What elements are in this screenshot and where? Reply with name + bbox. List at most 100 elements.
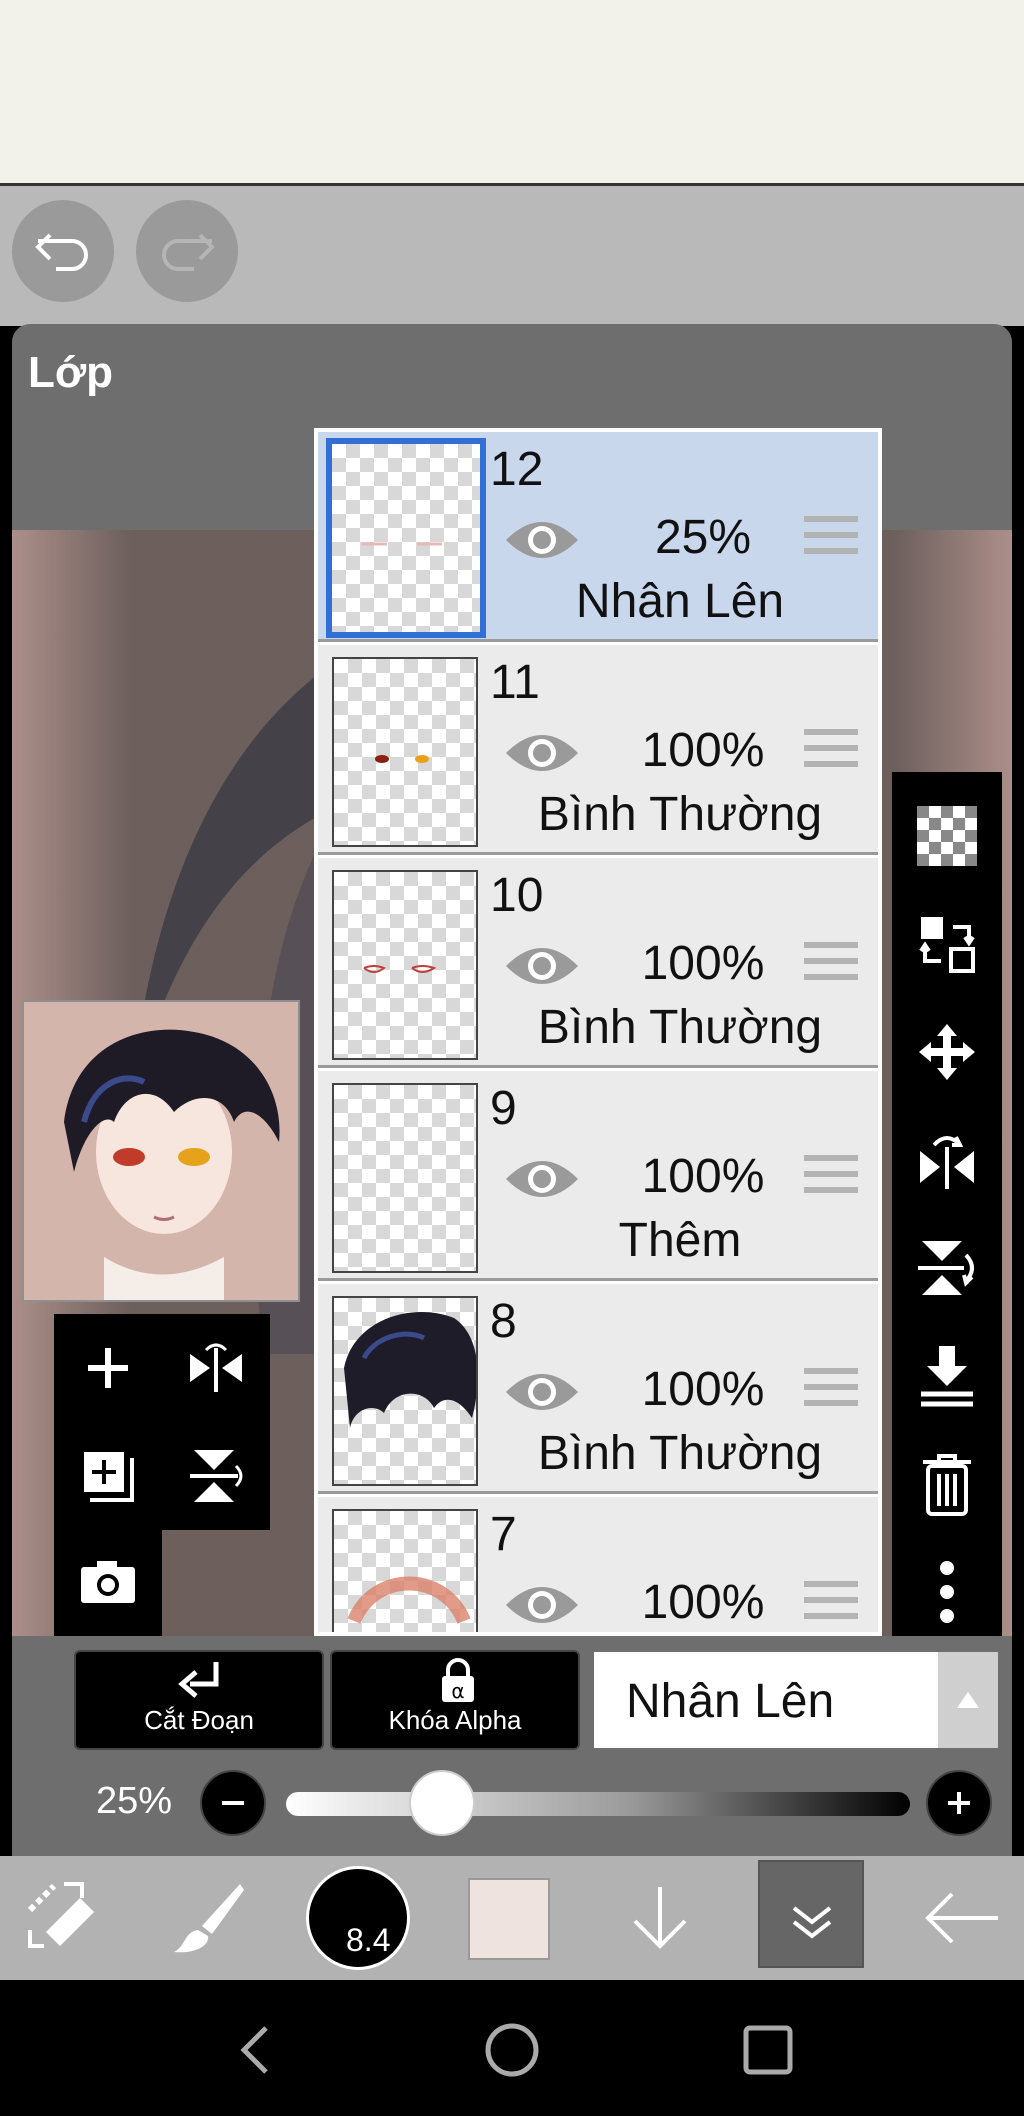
layer-thumbnail — [326, 438, 486, 638]
double-chevron-down-icon — [792, 1906, 832, 1939]
drag-handle-icon[interactable] — [804, 1155, 858, 1201]
layer-opacity: 100% — [641, 1363, 765, 1416]
color-swatch[interactable] — [468, 1878, 550, 1960]
alpha-lock-button[interactable]: α Khóa Alpha — [330, 1650, 580, 1750]
opacity-decrease-button[interactable] — [200, 1770, 266, 1836]
eye-icon — [506, 1374, 578, 1410]
redo-button[interactable] — [136, 200, 238, 302]
delete-layer-button[interactable] — [892, 1430, 1002, 1538]
add-layer-button[interactable] — [54, 1314, 162, 1422]
layer-number: 10 — [490, 869, 544, 922]
arrow-down-icon — [633, 1887, 687, 1949]
layer-opacity: 100% — [641, 1576, 765, 1629]
opacity-increase-button[interactable] — [926, 1770, 992, 1836]
flip-vertical-icon — [918, 1241, 974, 1295]
layers-button[interactable] — [758, 1860, 864, 1968]
layer-row[interactable]: 10 100% Bình Thường — [318, 858, 878, 1068]
layer-thumbnail — [332, 870, 478, 1060]
drag-handle-icon[interactable] — [804, 942, 858, 988]
flip-vertical-layer-button[interactable] — [892, 1214, 1002, 1322]
flip-horizontal-layer-button[interactable] — [892, 1106, 1002, 1214]
nav-home-button[interactable] — [472, 2010, 552, 2090]
brush-tool-button[interactable] — [160, 1862, 256, 1974]
layer-opacity: 100% — [641, 937, 765, 990]
layer-blend-mode: Bình Thường — [537, 788, 823, 841]
visibility-toggle[interactable] — [504, 1362, 580, 1422]
blend-mode-value: Nhân Lên — [626, 1675, 835, 1728]
layer-blend-mode: Bình Thường — [537, 1427, 823, 1480]
plus-icon — [88, 1348, 128, 1388]
drag-handle-icon[interactable] — [804, 729, 858, 775]
layer-thumbnail — [332, 657, 478, 847]
layer-thumbnail — [332, 1296, 478, 1486]
transform-tool-button[interactable] — [16, 1862, 112, 1974]
blend-mode-select[interactable]: Nhân Lên — [594, 1652, 938, 1748]
visibility-toggle[interactable] — [504, 723, 580, 783]
lock-icon: α — [442, 1658, 474, 1703]
merge-down-icon — [921, 1346, 973, 1407]
eye-icon — [506, 1587, 578, 1623]
move-layer-button[interactable] — [892, 998, 1002, 1106]
plus-icon — [948, 1792, 970, 1814]
move-icon — [919, 1024, 975, 1080]
layer-down-button[interactable] — [610, 1862, 710, 1974]
blend-mode-dropdown-button[interactable] — [938, 1652, 998, 1748]
drag-handle-icon[interactable] — [804, 1368, 858, 1414]
camera-button[interactable] — [54, 1528, 162, 1636]
layer-row[interactable]: 12 25% Nhân Lên — [318, 432, 878, 642]
brush-size-value: 8.4 — [346, 1922, 391, 1958]
left-toolbox-camera — [54, 1528, 162, 1636]
opacity-slider[interactable] — [286, 1792, 910, 1816]
visibility-toggle[interactable] — [504, 1149, 580, 1209]
swap-layer-button[interactable] — [892, 890, 1002, 998]
layer-number: 9 — [490, 1082, 517, 1135]
trash-icon — [923, 1454, 971, 1516]
panel-title: Lớp — [28, 348, 114, 397]
layer-row[interactable]: 9 100% Thêm — [318, 1071, 878, 1281]
layer-blend-mode: Nhân Lên — [575, 575, 785, 628]
layer-list[interactable]: 12 25% Nhân Lên 11 100% Bình Thường 10 1… — [314, 428, 882, 1636]
flip-horizontal-button[interactable] — [162, 1314, 270, 1422]
undo-icon — [35, 233, 88, 271]
layer-opacity: 100% — [641, 724, 765, 777]
duplicate-layer-button[interactable] — [54, 1422, 162, 1530]
undo-button[interactable] — [12, 200, 114, 302]
eye-icon — [506, 948, 578, 984]
transparency-button[interactable] — [892, 782, 1002, 890]
arrow-left-icon — [925, 1892, 998, 1944]
drag-handle-icon[interactable] — [804, 1581, 858, 1627]
layer-number: 11 — [490, 656, 540, 709]
transform-icon — [27, 1882, 94, 1948]
alpha-lock-label: Khóa Alpha — [388, 1705, 522, 1735]
svg-text:α: α — [451, 1679, 464, 1703]
layer-number: 8 — [490, 1295, 517, 1348]
nav-home-icon — [485, 2023, 539, 2077]
clipping-arrow-icon — [178, 1662, 219, 1698]
layer-opacity: 25% — [654, 511, 752, 564]
clipping-button[interactable]: Cắt Đoạn — [74, 1650, 324, 1750]
merge-down-button[interactable] — [892, 1322, 1002, 1430]
checkerboard-icon — [917, 806, 977, 866]
nav-recents-button[interactable] — [728, 2010, 808, 2090]
flip-vertical-button[interactable] — [162, 1422, 270, 1530]
opacity-value: 25% — [96, 1780, 173, 1822]
layer-row[interactable]: 7 100% — [318, 1497, 878, 1632]
layer-row[interactable]: 8 100% Bình Thường — [318, 1284, 878, 1494]
more-options-button[interactable] — [892, 1538, 1002, 1646]
layer-blend-mode: Thêm — [618, 1214, 742, 1267]
drag-handle-icon[interactable] — [804, 516, 858, 562]
brush-icon — [174, 1884, 244, 1953]
eye-icon — [506, 522, 578, 558]
visibility-toggle[interactable] — [504, 936, 580, 996]
opacity-slider-knob[interactable] — [409, 1770, 475, 1836]
layer-row[interactable]: 11 100% Bình Thường — [318, 645, 878, 855]
nav-back-button[interactable] — [216, 2010, 296, 2090]
right-toolbox — [892, 772, 1002, 1636]
clipping-label: Cắt Đoạn — [144, 1705, 254, 1735]
back-button[interactable] — [912, 1862, 1012, 1974]
nav-recents-icon — [743, 2025, 793, 2075]
visibility-toggle[interactable] — [504, 1575, 580, 1632]
visibility-toggle[interactable] — [504, 510, 580, 570]
minus-icon — [222, 1801, 244, 1805]
left-toolbox — [54, 1314, 270, 1530]
